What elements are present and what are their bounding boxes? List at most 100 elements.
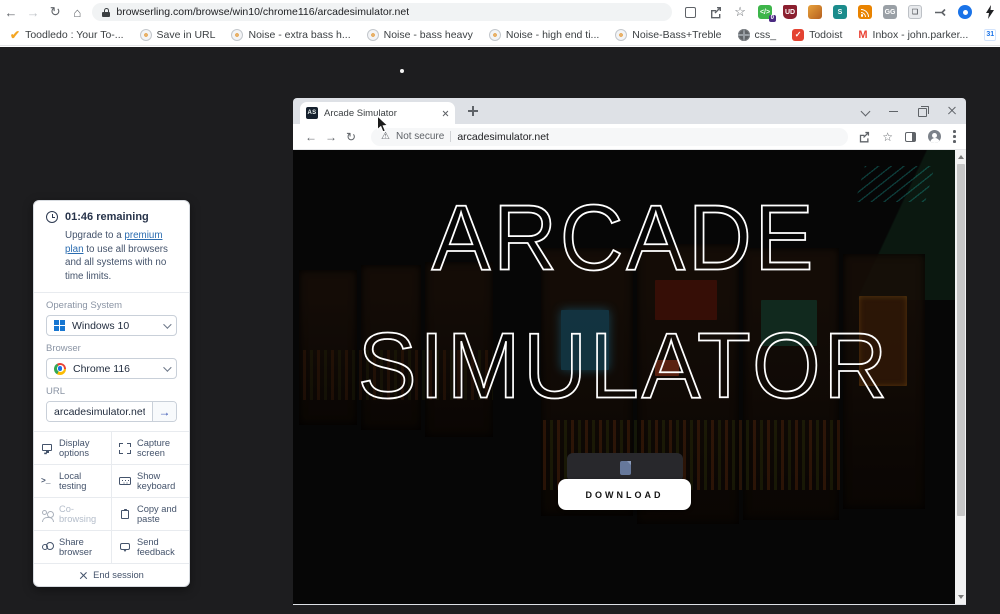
co-browsing-button[interactable]: Co-browsing bbox=[34, 498, 111, 530]
lightning-icon[interactable] bbox=[980, 3, 1000, 21]
remote-dot bbox=[400, 69, 404, 73]
bookmark-noise-high-end[interactable]: Noise - high end ti... bbox=[489, 29, 599, 41]
os-value: Windows 10 bbox=[72, 320, 156, 332]
globe-icon bbox=[615, 29, 627, 41]
os-select[interactable]: Windows 10 bbox=[46, 315, 177, 336]
download-tooltip bbox=[567, 453, 683, 482]
bookmark-noise-extra-bass[interactable]: Noise - extra bass h... bbox=[231, 29, 350, 41]
browser-value: Chrome 116 bbox=[73, 363, 156, 375]
link-icon bbox=[41, 542, 53, 553]
terminal-icon: >_ bbox=[41, 476, 53, 487]
share-icon[interactable] bbox=[705, 3, 725, 21]
scroll-up-icon[interactable] bbox=[958, 155, 964, 159]
bookmark-css[interactable]: css_ bbox=[738, 29, 777, 41]
stylus-extension-icon[interactable]: S bbox=[830, 3, 850, 21]
vm-profile-avatar[interactable] bbox=[928, 130, 941, 143]
extension-badge: 0 bbox=[769, 15, 776, 22]
vm-forward-icon[interactable]: → bbox=[321, 127, 341, 147]
back-icon[interactable]: ← bbox=[0, 2, 22, 22]
vm-restore-icon[interactable] bbox=[917, 105, 929, 117]
users-icon bbox=[41, 509, 53, 520]
vm-window-controls bbox=[859, 98, 958, 124]
bookmark-inbox[interactable]: MInbox - john.parker... bbox=[858, 29, 968, 41]
vm-close-icon[interactable] bbox=[946, 105, 958, 117]
vm-scrollbar[interactable] bbox=[955, 150, 966, 604]
vm-tab-search-icon[interactable] bbox=[859, 105, 871, 117]
address-bar[interactable]: browserling.com/browse/win10/chrome116/a… bbox=[92, 3, 672, 21]
toolbar-right-icons: ☆ </>0 UD S GG ❏ bbox=[680, 3, 1000, 21]
vm-security-label: Not secure bbox=[396, 131, 444, 142]
vm-share-icon[interactable] bbox=[858, 131, 870, 143]
vm-back-icon[interactable]: ← bbox=[301, 127, 321, 147]
vm-toolbar-right: ☆ bbox=[858, 130, 956, 144]
vm-new-tab-icon[interactable] bbox=[468, 106, 478, 116]
chevron-down-icon bbox=[163, 363, 171, 371]
bookmark-noise-bass-heavy[interactable]: Noise - bass heavy bbox=[367, 29, 473, 41]
todoist-icon: ✓ bbox=[792, 29, 804, 41]
monitor-icon bbox=[41, 443, 53, 454]
home-icon[interactable]: ⌂ bbox=[66, 2, 88, 22]
close-icon bbox=[79, 571, 87, 579]
bookmark-toodledo[interactable]: ✔Toodledo : Your To-... bbox=[10, 28, 124, 42]
site-title-line2: SIMULATOR bbox=[293, 320, 955, 412]
rss-extension-icon[interactable] bbox=[855, 3, 875, 21]
clipboard-icon bbox=[119, 509, 131, 520]
vm-toolbar: ← → ↻ ⚠ Not secure arcadesimulator.net ☆ bbox=[293, 124, 966, 150]
forward-icon[interactable]: → bbox=[22, 2, 44, 22]
capture-screen-button[interactable]: Capture screen bbox=[112, 432, 189, 464]
scroll-down-icon[interactable] bbox=[958, 595, 964, 599]
url-label: URL bbox=[46, 386, 177, 397]
show-keyboard-button[interactable]: Show keyboard bbox=[112, 465, 189, 497]
url-input[interactable] bbox=[47, 402, 152, 421]
shield-extension-icon[interactable]: UD bbox=[780, 3, 800, 21]
calendar-icon: 31 bbox=[984, 29, 996, 41]
bookmark-star-icon[interactable]: ☆ bbox=[730, 3, 750, 21]
browser-select[interactable]: Chrome 116 bbox=[46, 358, 177, 379]
browserling-control-panel: 01:46 remaining Upgrade to a premium pla… bbox=[33, 200, 190, 587]
end-session-button[interactable]: End session bbox=[34, 564, 189, 586]
vm-tab-title: Arcade Simulator bbox=[324, 108, 436, 119]
vm-address-bar[interactable]: ⚠ Not secure arcadesimulator.net bbox=[371, 128, 848, 146]
brackets-extension-icon[interactable]: ❏ bbox=[905, 3, 925, 21]
vm-tab-arcade-simulator[interactable]: AS Arcade Simulator bbox=[300, 102, 455, 124]
windows-icon bbox=[54, 320, 65, 331]
vm-menu-icon[interactable] bbox=[953, 130, 956, 143]
browser-toolbar: ← → ↻ ⌂ browserling.com/browse/win10/chr… bbox=[0, 0, 1000, 24]
reload-icon[interactable]: ↻ bbox=[44, 2, 66, 22]
display-options-button[interactable]: Display options bbox=[34, 432, 111, 464]
local-testing-button[interactable]: >_Local testing bbox=[34, 465, 111, 497]
send-feedback-button[interactable]: Send feedback bbox=[112, 531, 189, 563]
session-timer-section: 01:46 remaining Upgrade to a premium pla… bbox=[34, 201, 189, 293]
feedback-icon bbox=[119, 542, 131, 553]
sneaker-extension-icon[interactable] bbox=[805, 3, 825, 21]
copy-paste-button[interactable]: Copy and paste bbox=[112, 498, 189, 530]
clock-icon bbox=[46, 211, 58, 223]
address-separator bbox=[450, 131, 451, 142]
upgrade-text: Upgrade to a premium plan to use all bro… bbox=[65, 229, 177, 283]
vm-minimize-icon[interactable] bbox=[888, 105, 900, 117]
keyboard-icon bbox=[119, 476, 131, 487]
code-extension-icon[interactable]: </>0 bbox=[755, 3, 775, 21]
bookmark-noise-bass-treble[interactable]: Noise-Bass+Treble bbox=[615, 29, 721, 41]
vm-tab-close-icon[interactable] bbox=[442, 110, 449, 117]
bookmark-google-calendar[interactable]: 31Google Calendar bbox=[984, 29, 1000, 41]
vm-scrollbar-thumb[interactable] bbox=[957, 164, 965, 516]
gg-extension-icon[interactable]: GG bbox=[880, 3, 900, 21]
file-icon bbox=[620, 461, 631, 475]
save-page-icon[interactable] bbox=[680, 3, 700, 21]
vm-browser-window: AS Arcade Simulator ← → ↻ ⚠ Not secure a… bbox=[293, 98, 966, 605]
globe-icon bbox=[231, 29, 243, 41]
share-browser-button[interactable]: Share browser bbox=[34, 531, 111, 563]
vm-reload-icon[interactable]: ↻ bbox=[341, 127, 361, 147]
bookmark-save-in-url[interactable]: Save in URL bbox=[140, 29, 216, 41]
compass-extension-icon[interactable] bbox=[955, 3, 975, 21]
vm-side-panel-icon[interactable] bbox=[905, 132, 916, 142]
bookmark-todoist[interactable]: ✓Todoist bbox=[792, 29, 842, 41]
go-button[interactable]: → bbox=[152, 402, 176, 421]
os-label: Operating System bbox=[46, 300, 177, 311]
pipe-extension-icon[interactable] bbox=[930, 3, 950, 21]
vm-bookmark-star-icon[interactable]: ☆ bbox=[882, 130, 893, 144]
download-button[interactable]: DOWNLOAD bbox=[558, 479, 691, 510]
chrome-icon bbox=[54, 363, 66, 375]
globe-icon bbox=[367, 29, 379, 41]
